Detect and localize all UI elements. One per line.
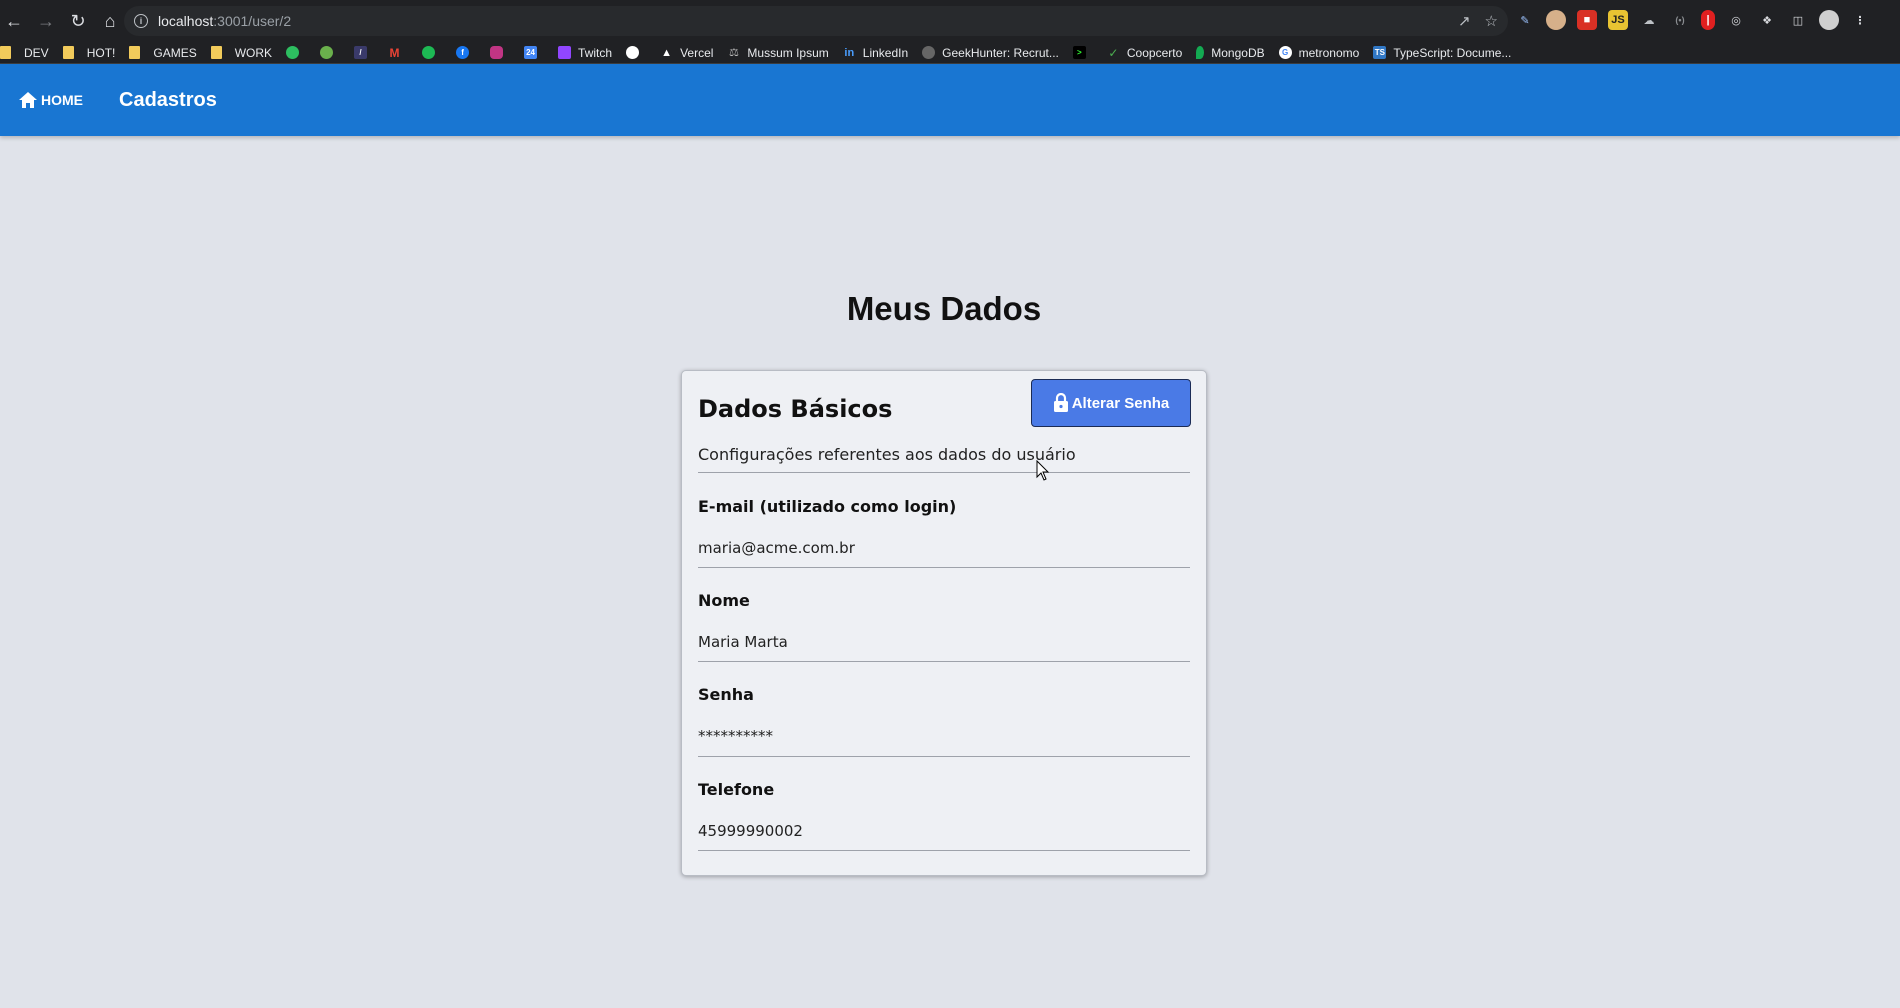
js-extension-icon[interactable]: JS [1608, 10, 1628, 30]
star-icon[interactable]: ☆ [1485, 12, 1498, 30]
github-icon [626, 46, 640, 59]
page-title: Meus Dados [846, 290, 1042, 327]
bookmark-folder-hot[interactable]: HOT! [62, 46, 115, 60]
app-header: HOME Cadastros [0, 64, 1900, 136]
calendar-icon: 24 [524, 46, 538, 59]
mussum-icon: ⚖ [728, 47, 739, 59]
puzzle-icon[interactable]: ❖ [1757, 10, 1777, 30]
sidebar-icon[interactable]: ◫ [1788, 10, 1808, 30]
email-field[interactable] [698, 539, 1190, 557]
name-label: Nome [698, 591, 750, 610]
bookmark-folder-games[interactable]: GAMES [129, 46, 197, 60]
home-icon[interactable]: ⌂ [96, 7, 124, 35]
spotify-icon [422, 46, 436, 59]
app-title[interactable]: Cadastros [119, 89, 217, 112]
evernote-icon [286, 46, 300, 59]
folder-icon [0, 46, 11, 59]
pen-icon: / [354, 46, 368, 59]
home-nav-button[interactable]: HOME [18, 91, 83, 109]
password-label: Senha [698, 685, 754, 704]
globe-icon [922, 46, 936, 59]
cloud-extension-icon[interactable]: ☁ [1639, 10, 1659, 30]
card-title: Dados Básicos [698, 395, 893, 423]
bookmark-coopcerto[interactable]: ✓ Coopcerto [1107, 46, 1182, 60]
shield-extension-icon[interactable]: | [1701, 10, 1715, 30]
phone-label: Telefone [698, 780, 775, 799]
back-icon[interactable]: ← [0, 7, 28, 35]
bookmark-evernote[interactable] [286, 46, 306, 59]
folder-icon [62, 46, 74, 59]
name-underline [698, 661, 1190, 662]
bookmark-facebook[interactable]: f [456, 46, 476, 59]
bookmark-mongodb[interactable]: MongoDB [1196, 46, 1265, 60]
vercel-icon: ▲ [661, 46, 672, 59]
bookmark-terminal[interactable]: > [1072, 46, 1093, 59]
bookmark-gmail[interactable]: M [388, 45, 408, 60]
bookmark-pen[interactable]: / [354, 46, 374, 59]
url-host: localhost [158, 13, 214, 29]
mongodb-leaf-icon [1196, 46, 1205, 59]
password-underline [698, 756, 1190, 757]
bookmark-twitch[interactable]: Twitch [558, 46, 612, 60]
email-label: E-mail (utilizado como login) [698, 497, 957, 516]
info-icon[interactable]: i [134, 14, 148, 28]
bookmark-folder-work[interactable]: WORK [210, 46, 272, 60]
dots-extension-icon[interactable]: (•) [1670, 10, 1690, 30]
menu-icon[interactable]: ⋮ [1850, 10, 1870, 30]
password-field[interactable] [698, 727, 1190, 745]
bookmark-metronomo[interactable]: Gmetronomo [1278, 46, 1359, 60]
bookmark-calendar[interactable]: 24 [524, 46, 544, 59]
email-underline [698, 567, 1190, 568]
divider [698, 472, 1190, 473]
face-extension-icon[interactable] [1546, 10, 1566, 30]
target-extension-icon[interactable]: ◎ [1726, 10, 1746, 30]
bookmarks-bar: DEV HOT! GAMES WORK / M f 24 Twitch ▲ Ver… [0, 42, 1900, 64]
address-bar[interactable]: i localhost:3001/user/2 ↗ ☆ [124, 6, 1508, 36]
check-icon: ✓ [1108, 45, 1119, 60]
reload-icon[interactable]: ↻ [64, 7, 92, 35]
profile-avatar[interactable] [1819, 10, 1839, 30]
folder-icon [129, 46, 141, 59]
android-icon [320, 46, 334, 59]
name-field[interactable] [698, 633, 1190, 651]
change-password-label: Alterar Senha [1071, 394, 1170, 412]
share-icon[interactable]: ↗ [1458, 12, 1471, 30]
home-nav-label: HOME [41, 92, 83, 108]
red-extension-icon[interactable]: ■ [1577, 10, 1597, 30]
bookmark-linkedin[interactable]: in LinkedIn [843, 46, 908, 60]
typescript-icon: TS [1373, 46, 1387, 59]
lock-icon [1053, 393, 1068, 412]
gmail-icon: M [389, 45, 400, 60]
instagram-icon [490, 46, 504, 59]
home-icon [19, 92, 37, 108]
forward-icon[interactable]: → [32, 7, 60, 35]
terminal-icon: > [1072, 46, 1086, 59]
bookmark-github[interactable] [626, 46, 646, 59]
bookmark-instagram[interactable] [490, 46, 510, 59]
card-description: Configurações referentes aos dados do us… [698, 445, 1076, 464]
pen-extension-icon[interactable]: ✎ [1515, 10, 1535, 30]
bookmark-android[interactable] [320, 46, 340, 59]
facebook-icon: f [456, 46, 470, 59]
linkedin-icon: in [844, 46, 855, 59]
bookmark-folder-dev[interactable]: DEV [0, 46, 49, 60]
user-data-card: Dados Básicos Alterar Senha Configuraçõe… [681, 370, 1207, 876]
google-icon: G [1278, 46, 1292, 59]
bookmark-typescript[interactable]: TS TypeScript: Docume... [1373, 46, 1511, 60]
folder-icon [210, 46, 222, 59]
bookmark-spotify[interactable] [422, 46, 442, 59]
twitch-icon [558, 46, 572, 59]
phone-field[interactable] [698, 822, 1190, 840]
bookmark-vercel[interactable]: ▲ Vercel [660, 46, 713, 60]
browser-toolbar: ← → ↻ ⌂ i localhost:3001/user/2 ↗ ☆ ✎ ■ … [0, 0, 1900, 42]
change-password-button[interactable]: Alterar Senha [1031, 379, 1191, 427]
bookmark-geekhunter[interactable]: GeekHunter: Recrut... [922, 46, 1059, 60]
phone-underline [698, 850, 1190, 851]
bookmark-mussum[interactable]: ⚖ Mussum Ipsum [727, 46, 829, 60]
url-path: :3001/user/2 [213, 13, 292, 29]
